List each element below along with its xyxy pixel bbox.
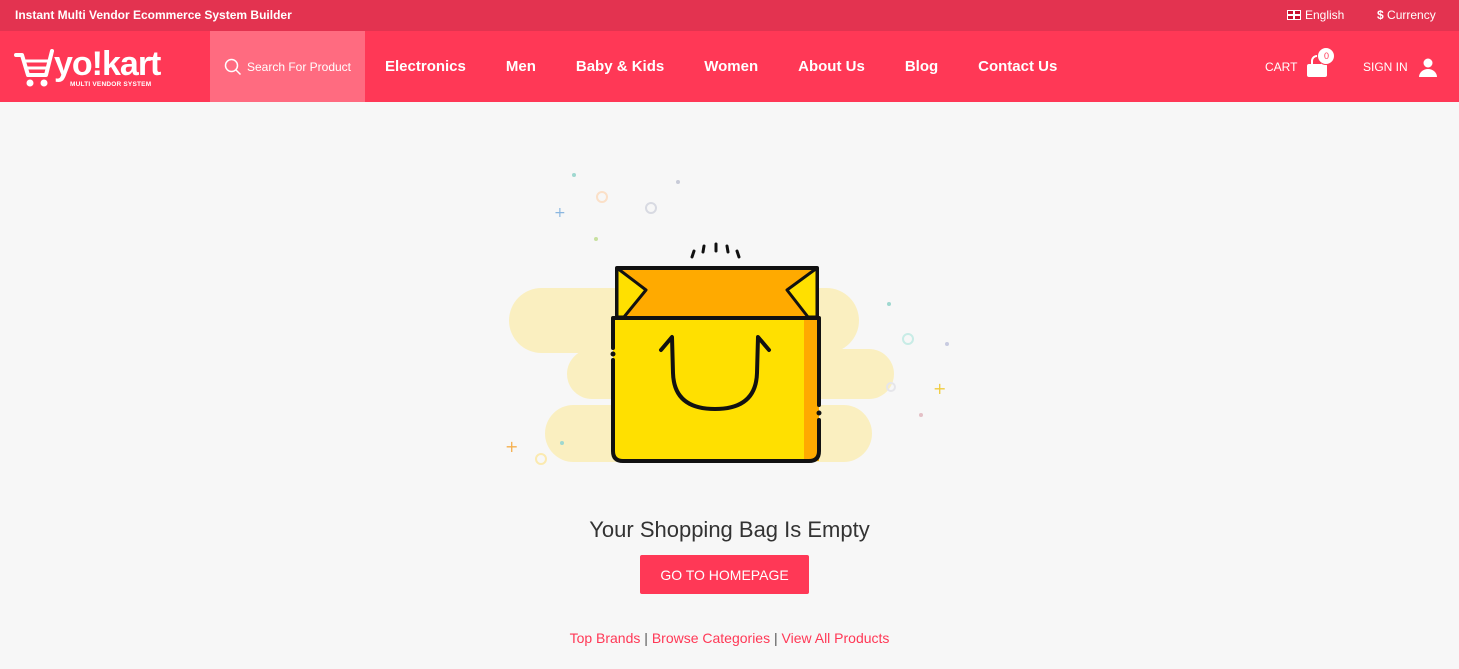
svg-text:+: + [933, 379, 946, 398]
nav-item-baby-kids[interactable]: Baby & Kids [556, 58, 684, 75]
nav-item-women[interactable]: Women [684, 58, 778, 75]
nav-item-contact-us[interactable]: Contact Us [958, 58, 1077, 75]
sign-in-button[interactable]: SIGN IN [1363, 31, 1438, 102]
top-brands-link[interactable]: Top Brands [570, 630, 641, 646]
cart-logo-icon [14, 49, 54, 87]
search-product-button[interactable]: Search For Product [210, 31, 365, 102]
view-all-products-link[interactable]: View All Products [782, 630, 890, 646]
svg-text:+: + [505, 437, 518, 456]
empty-bag-title: Your Shopping Bag Is Empty [589, 517, 870, 542]
cart-count-badge: 0 [1317, 46, 1336, 65]
dollar-icon: $ [1377, 8, 1384, 22]
nav-item-about-us[interactable]: About Us [778, 58, 885, 75]
quick-links: Top Brands | Browse Categories | View Al… [0, 630, 1459, 646]
signin-label: SIGN IN [1363, 59, 1408, 74]
go-to-homepage-button[interactable]: GO TO HOMEPAGE [640, 555, 809, 594]
search-label: Search For Product [246, 59, 352, 74]
user-icon [1418, 58, 1437, 77]
empty-bag-illustration: + + + [505, 173, 949, 465]
cart-label: CART [1265, 59, 1298, 74]
tagline: Instant Multi Vendor Ecommerce System Bu… [15, 8, 292, 22]
currency-label: Currency [1387, 8, 1436, 22]
main-nav: Electronics Men Baby & Kids Women About … [365, 31, 1077, 102]
search-icon [224, 58, 241, 75]
uk-flag-icon [1287, 10, 1301, 20]
logo-subtext: MULTI VENDOR SYSTEM [70, 81, 152, 88]
shopping-bag-icon: 0 [1305, 46, 1336, 79]
logo[interactable]: yo!kart MULTI VENDOR SYSTEM [14, 43, 164, 93]
main-header: yo!kart MULTI VENDOR SYSTEM Search For P… [0, 31, 1459, 102]
logo-text: yo!kart [54, 45, 161, 83]
nav-item-electronics[interactable]: Electronics [365, 58, 486, 75]
language-selector[interactable]: English [1287, 8, 1344, 22]
cart-button[interactable]: CART 0 [1265, 31, 1336, 102]
top-bar: Instant Multi Vendor Ecommerce System Bu… [0, 0, 1459, 31]
svg-text:+: + [554, 205, 566, 221]
currency-selector[interactable]: $ Currency [1377, 8, 1436, 22]
browse-categories-link[interactable]: Browse Categories [652, 630, 770, 646]
link-separator: | [644, 630, 648, 646]
language-label: English [1305, 8, 1345, 22]
nav-item-men[interactable]: Men [486, 58, 556, 75]
link-separator: | [773, 630, 778, 646]
nav-item-blog[interactable]: Blog [885, 58, 958, 75]
